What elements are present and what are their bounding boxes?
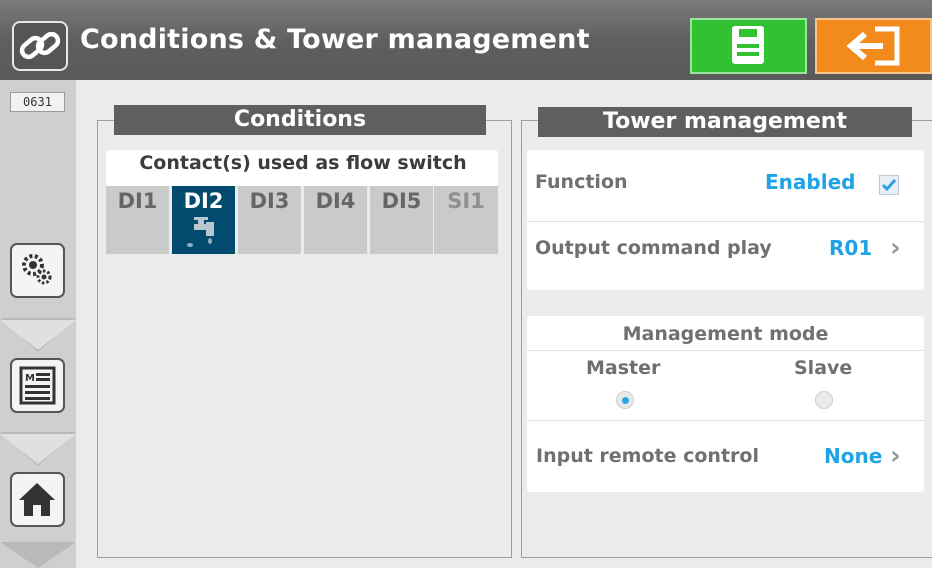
management-mode-title: Management mode (622, 323, 829, 345)
master-radio[interactable] (616, 391, 634, 409)
divider (527, 420, 924, 421)
contact-si1: SI1 (434, 186, 498, 254)
contact-di3[interactable]: DI3 (238, 186, 301, 254)
flow-switch-label: Contact(s) used as flow switch (139, 152, 467, 174)
home-icon (19, 483, 55, 516)
checkmark-icon (881, 179, 897, 192)
save-button[interactable] (690, 18, 807, 74)
home-button[interactable] (10, 472, 65, 527)
chevron-right-icon[interactable]: › (890, 441, 901, 471)
link-icon (12, 21, 68, 71)
slave-radio[interactable] (815, 391, 833, 409)
contact-di5[interactable]: DI5 (370, 186, 433, 254)
contact-di4[interactable]: DI4 (304, 186, 367, 254)
save-icon (732, 26, 764, 64)
page-title: Conditions & Tower management (80, 24, 590, 55)
function-label: Function (535, 171, 628, 193)
conditions-title: Conditions (114, 105, 486, 135)
output-command-label: Output command play (535, 237, 772, 259)
settings-button[interactable] (10, 243, 65, 298)
input-remote-control-label: Input remote control (536, 445, 759, 467)
settings-icon (22, 254, 52, 285)
chevron-right-icon[interactable]: › (890, 233, 901, 263)
manual-icon: M (19, 366, 56, 405)
faucet-icon (187, 217, 214, 247)
function-value: Enabled (765, 170, 856, 194)
output-command-value[interactable]: R01 (829, 236, 872, 260)
svg-text:M: M (25, 373, 35, 384)
contact-di1[interactable]: DI1 (106, 186, 169, 254)
contact-di2[interactable]: DI2 (172, 186, 235, 254)
slave-label: Slave (794, 357, 853, 379)
divider (527, 350, 924, 351)
exit-icon (846, 26, 900, 66)
divider (527, 221, 924, 222)
master-label: Master (586, 357, 661, 379)
device-code: 0631 (10, 92, 65, 112)
manual-button[interactable]: M (10, 358, 65, 413)
tower-title: Tower management (538, 107, 912, 137)
function-checkbox[interactable] (879, 175, 899, 195)
exit-button[interactable] (815, 18, 932, 74)
input-remote-control-value[interactable]: None (824, 444, 882, 468)
